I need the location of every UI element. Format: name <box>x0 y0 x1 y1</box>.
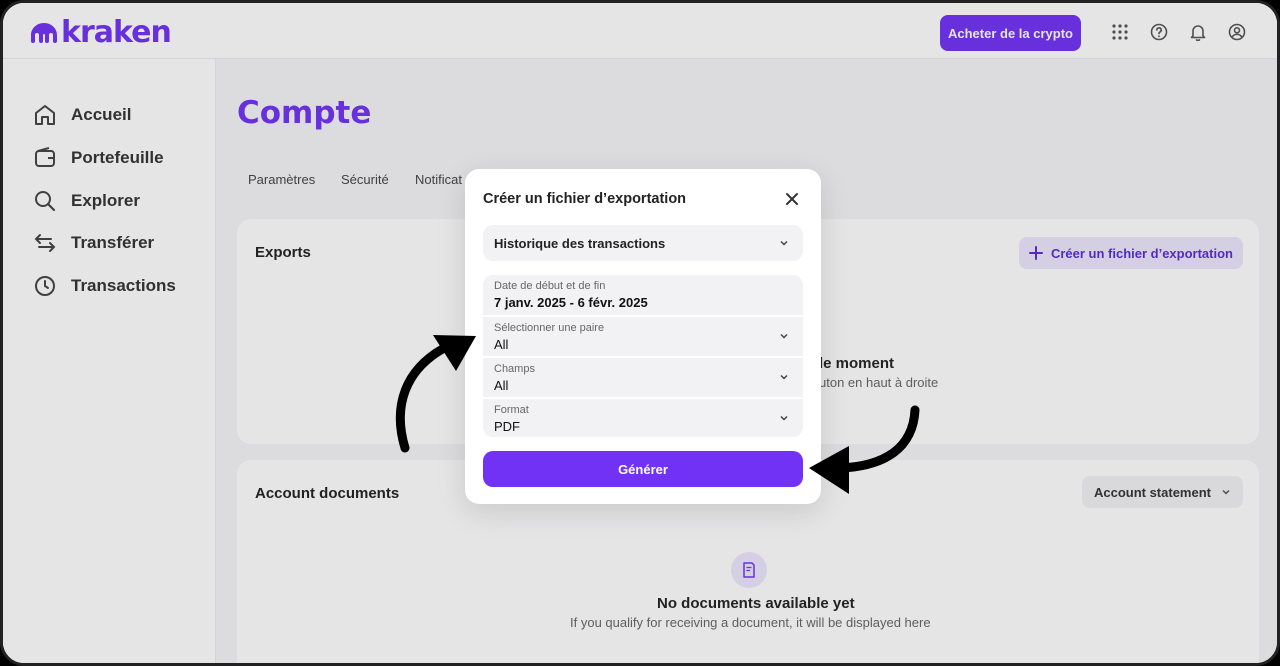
chevron-down-icon <box>780 374 788 380</box>
modal-title: Créer un fichier d’exportation <box>483 191 687 207</box>
chevron-down-icon <box>780 240 788 246</box>
close-icon[interactable] <box>785 192 799 206</box>
export-type-value: Historique des transactions <box>494 236 666 251</box>
annotation-arrow-right <box>809 405 920 494</box>
pair-label: Sélectionner une paire <box>494 322 605 334</box>
fields-label: Champs <box>494 363 535 375</box>
fields-value: All <box>494 378 509 393</box>
date-range-field[interactable]: Date de début et de fin 7 janv. 2025 - 6… <box>483 275 803 315</box>
pair-value: All <box>494 337 509 352</box>
date-range-label: Date de début et de fin <box>494 280 606 292</box>
date-range-value: 7 janv. 2025 - 6 févr. 2025 <box>494 295 648 310</box>
format-select[interactable]: Format PDF <box>483 399 803 437</box>
chevron-down-icon <box>780 415 788 421</box>
annotation-arrow-left <box>395 335 476 453</box>
format-label: Format <box>494 404 529 416</box>
fields-select[interactable]: Champs All <box>483 358 803 397</box>
export-type-select[interactable]: Historique des transactions <box>483 225 803 261</box>
export-modal: Créer un fichier d’exportation Historiqu… <box>465 169 821 504</box>
generate-button[interactable]: Générer <box>483 451 803 487</box>
screenshot-frame: kraken Acheter de la crypto Accueil Port… <box>0 0 1280 666</box>
app: kraken Acheter de la crypto Accueil Port… <box>3 3 1277 663</box>
pair-select[interactable]: Sélectionner une paire All <box>483 317 803 356</box>
chevron-down-icon <box>780 333 788 339</box>
format-value: PDF <box>494 419 520 434</box>
